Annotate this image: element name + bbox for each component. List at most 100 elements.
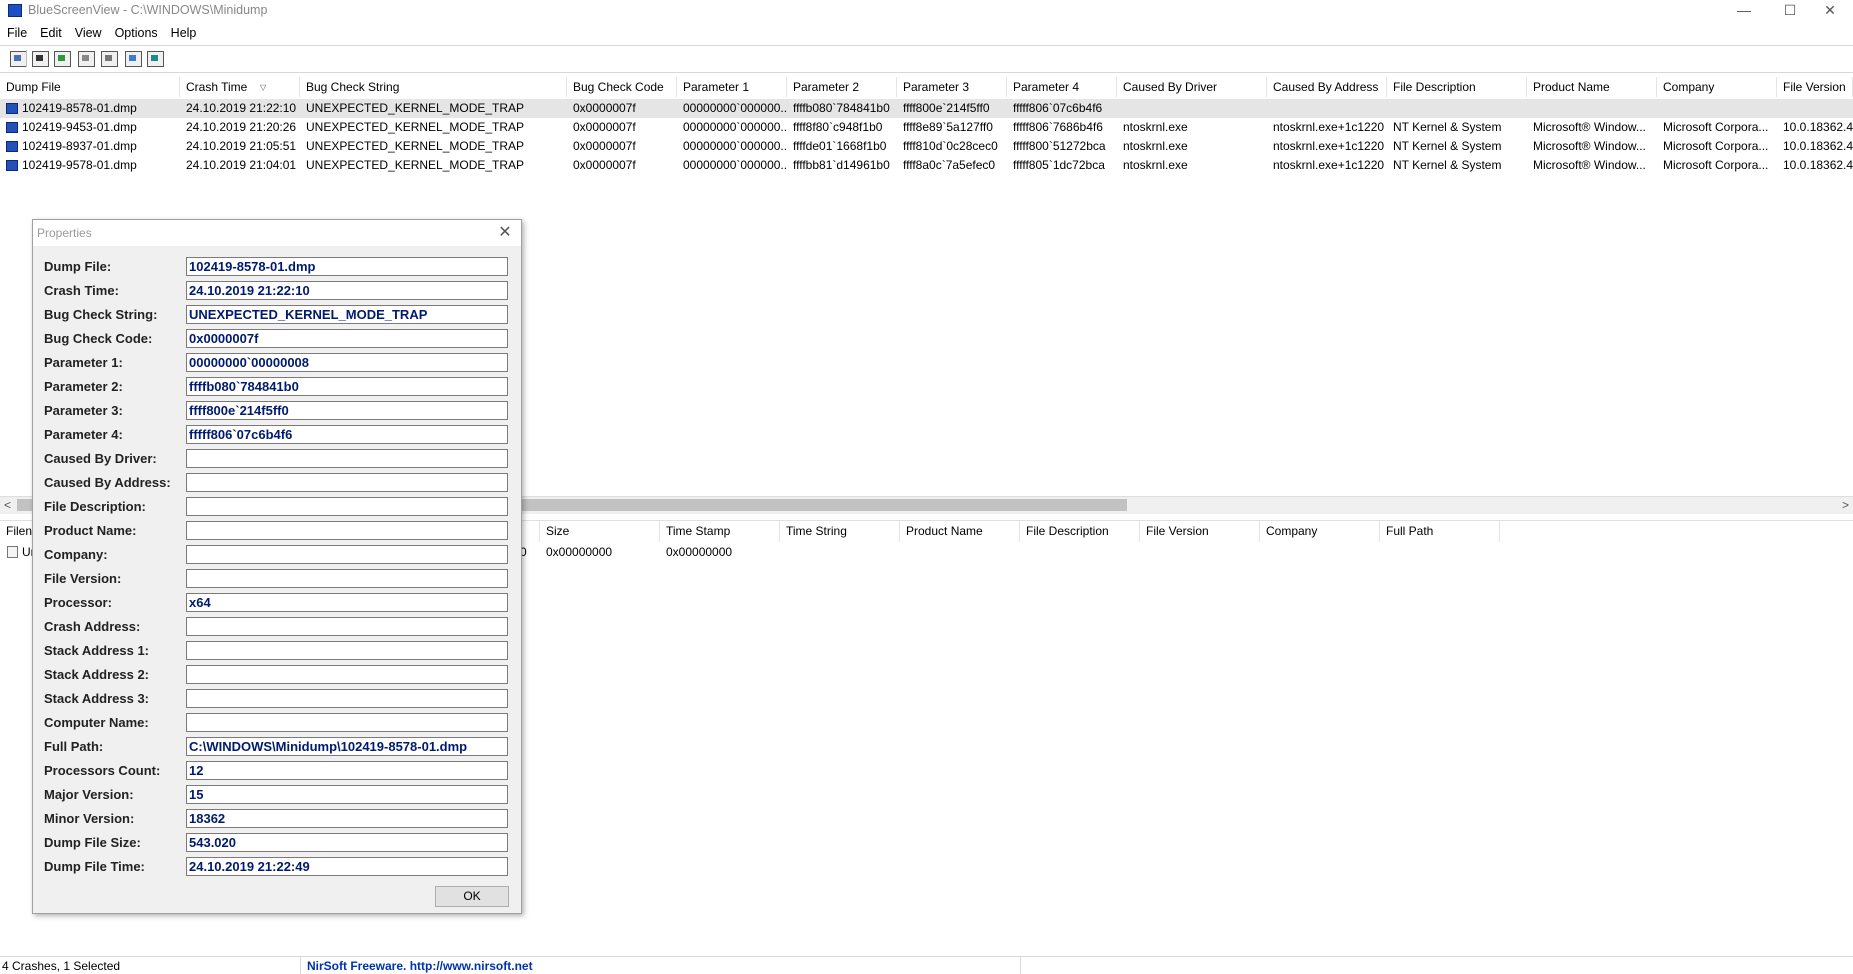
field-product-name: Product Name: [33,519,521,543]
field-stack-address-1: Stack Address 1: [33,639,521,663]
column-dump-file[interactable]: Dump File [0,77,180,97]
column-parameter-4[interactable]: Parameter 4 [1007,77,1117,97]
scroll-left-icon[interactable]: < [0,498,15,513]
status-bar: 4 Crashes, 1 Selected NirSoft Freeware. … [0,956,1853,974]
cell-file-description: NT Kernel & System [1393,120,1502,134]
bug-check-code-field[interactable]: 0x0000007f [186,329,508,348]
column-file-description[interactable]: File Description [1387,77,1527,97]
bug-check-string-field[interactable]: UNEXPECTED_KERNEL_MODE_TRAP [186,305,508,324]
cell-company: Microsoft Corpora... [1663,158,1769,172]
product-name-field[interactable] [186,521,508,540]
parameter-3-field[interactable]: ffff800e`214f5ff0 [186,401,508,420]
parameter-4-field[interactable]: fffff806`07c6b4f6 [186,425,508,444]
column-crash-time[interactable]: Crash Time [180,77,300,97]
crash-address-field[interactable] [186,617,508,636]
cell-parameter-2: ffffde01`1668f1b0 [793,139,887,153]
column-full-path[interactable]: Full Path [1380,521,1500,542]
status-separator [1020,957,1021,974]
cell-file-description: NT Kernel & System [1393,139,1502,153]
refresh-icon[interactable] [54,51,71,67]
column-file-version[interactable]: File Version [1777,77,1853,97]
column-parameter-3[interactable]: Parameter 3 [897,77,1007,97]
major-version-field[interactable]: 15 [186,785,508,804]
crash-time-field[interactable]: 24.10.2019 21:22:10 [186,281,508,300]
field-company: Company: [33,543,521,567]
minor-version-field[interactable]: 18362 [186,809,508,828]
minimize-button[interactable]: — [1721,0,1767,22]
crash-row[interactable]: 102419-8578-01.dmp 24.10.2019 21:22:10 U… [0,99,1853,118]
save-icon[interactable] [32,51,49,67]
file-version-field[interactable] [186,569,508,588]
find-icon[interactable] [125,51,142,67]
column-time-string[interactable]: Time String [780,521,900,542]
field-label: Caused By Driver: [44,451,157,466]
cell-bug-check-code: 0x0000007f [573,139,636,153]
column-company[interactable]: Company [1260,521,1380,542]
toolbar-separator [26,50,27,67]
parameter-1-field[interactable]: 00000000`00000008 [186,353,508,372]
scroll-right-icon[interactable]: > [1838,498,1853,513]
menu-file[interactable]: File [0,23,33,40]
stack-address-2-field[interactable] [186,665,508,684]
cell-parameter-3: ffff8e89`5a127ff0 [903,120,993,134]
cell-parameter-3: ffff800e`214f5ff0 [903,101,990,115]
html-report-icon[interactable] [10,51,27,67]
crash-row[interactable]: 102419-9578-01.dmp 24.10.2019 21:04:01 U… [0,156,1853,175]
menu-edit[interactable]: Edit [33,23,68,40]
parameter-2-field[interactable]: ffffb080`784841b0 [186,377,508,396]
processors-count-field[interactable]: 12 [186,761,508,780]
cell-crash-time: 24.10.2019 21:22:10 [186,101,297,115]
exit-icon[interactable] [147,51,164,67]
field-caused-by-driver: Caused By Driver: [33,447,521,471]
column-caused-by-address[interactable]: Caused By Address [1267,77,1387,97]
close-icon[interactable]: ✕ [493,222,517,244]
nirsoft-link[interactable]: NirSoft Freeware. http://www.nirsoft.net [307,959,533,973]
column-product-name[interactable]: Product Name [900,521,1020,542]
toolbar [0,45,1853,73]
properties-icon[interactable] [101,51,118,67]
column-company[interactable]: Company [1657,77,1777,97]
field-crash-address: Crash Address: [33,615,521,639]
ok-button[interactable]: OK [435,886,509,907]
dump-file-size-field[interactable]: 543.020 [186,833,508,852]
column-caused-by-driver[interactable]: Caused By Driver [1117,77,1267,97]
crash-table-header: Dump File Crash Time ▽ Bug Check String … [0,77,1853,98]
crash-row[interactable]: 102419-9453-01.dmp 24.10.2019 21:20:26 U… [0,118,1853,137]
cell-dump-file: 102419-9453-01.dmp [22,120,137,134]
caused-by-driver-field[interactable] [186,449,508,468]
copy-icon[interactable] [78,51,95,67]
column-parameter-1[interactable]: Parameter 1 [677,77,787,97]
column-time-stamp[interactable]: Time Stamp [660,521,780,542]
field-label: Caused By Address: [44,475,171,490]
dump-file-time-field[interactable]: 24.10.2019 21:22:49 [186,857,508,876]
file-description-field[interactable] [186,497,508,516]
menu-options[interactable]: Options [108,23,164,40]
company-field[interactable] [186,545,508,564]
column-product-name[interactable]: Product Name [1527,77,1657,97]
column-bug-check-string[interactable]: Bug Check String [300,77,567,97]
column-file-description[interactable]: File Description [1020,521,1140,542]
menu-view[interactable]: View [68,23,108,40]
menu-help[interactable]: Help [164,23,203,40]
cell-product-name: Microsoft® Window... [1533,120,1646,134]
column-size[interactable]: Size [540,521,660,542]
processor-field[interactable]: x64 [186,593,508,612]
cell-caused-by-address [1267,99,1387,118]
stack-address-3-field[interactable] [186,689,508,708]
field-bug-check-string: Bug Check String: UNEXPECTED_KERNEL_MODE_… [33,303,521,327]
dialog-title-bar: Properties ✕ [33,220,521,246]
crash-row[interactable]: 102419-8937-01.dmp 24.10.2019 21:05:51 U… [0,137,1853,156]
dump-file-field[interactable]: 102419-8578-01.dmp [186,257,508,276]
full-path-field[interactable]: C:\WINDOWS\Minidump\102419-8578-01.dmp [186,737,508,756]
menu-bar: File Edit View Options Help [0,23,1853,44]
stack-address-1-field[interactable] [186,641,508,660]
computer-name-field[interactable] [186,713,508,732]
cell-bug-check-code: 0x0000007f [573,120,636,134]
column-bug-check-code[interactable]: Bug Check Code [567,77,677,97]
cell-parameter-4: fffff805`1dc72bca [1013,158,1105,172]
column-file-version[interactable]: File Version [1140,521,1260,542]
close-button[interactable]: ✕ [1807,0,1853,22]
field-label: Company: [44,547,108,562]
column-parameter-2[interactable]: Parameter 2 [787,77,897,97]
caused-by-address-field[interactable] [186,473,508,492]
